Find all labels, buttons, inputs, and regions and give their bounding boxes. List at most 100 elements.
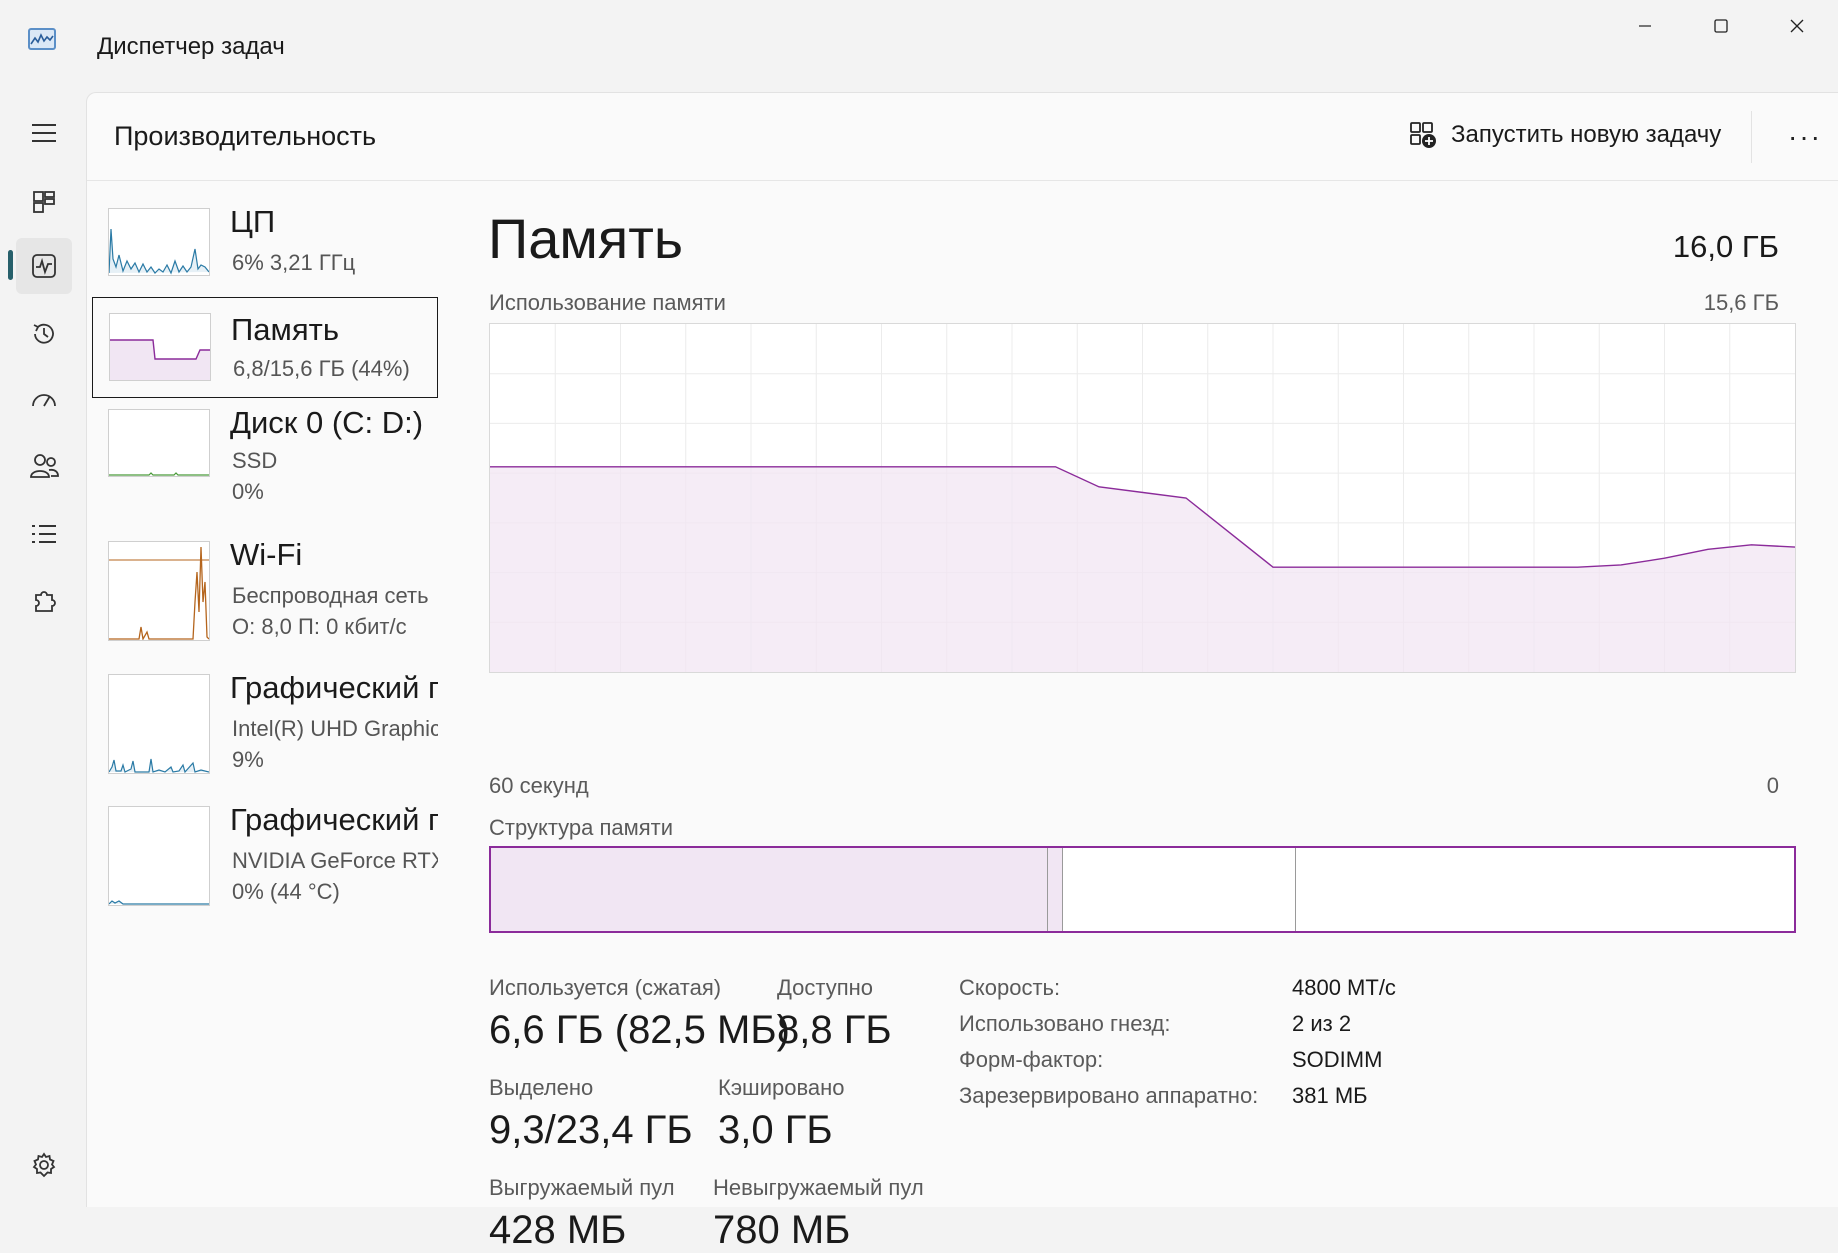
device-name: Память [231,312,339,347]
gpu1-sparkline [109,900,209,905]
prop-slots-label: Использовано гнезд: [959,1011,1171,1036]
close-icon [1790,19,1804,33]
x-axis-left-label: 60 секунд [489,773,589,798]
page-header: Производительность Запустить новую задач… [87,93,1838,181]
device-detail-secondary: О: 8,0 П: 0 кбит/с [232,614,407,639]
device-item-disk[interactable]: Диск 0 (C: D:) SSD 0% [92,399,438,504]
memory-panel: Память 16,0 ГБ Использование памяти 15,6… [487,181,1838,1252]
device-list: ЦП 6% 3,21 ГГц Память 6,8/15,6 ГБ (44%) … [87,181,457,1208]
stat-committed-label: Выделено [489,1075,594,1100]
nav-app-history[interactable] [16,306,72,362]
wifi-thumbnail-graph [108,541,210,641]
wifi-sparkline [109,546,209,640]
disk-thumbnail-graph [108,409,210,477]
prop-speed-label: Скорость: [959,975,1061,1000]
run-new-task-label: Запустить новую задачу [1451,121,1722,148]
prop-speed-value: 4800 МТ/с [1292,975,1396,1000]
speedometer-icon [32,394,56,407]
maximize-icon [1714,19,1728,33]
performance-icon [32,254,56,278]
structure-standby-segment [1063,848,1296,931]
memory-structure-bar [489,846,1796,933]
details-list-icon [32,525,56,543]
title-bar: Диспетчер задач [0,0,1838,92]
nav-performance[interactable] [16,238,72,294]
device-item-cpu[interactable]: ЦП 6% 3,21 ГГц [92,198,438,299]
device-item-memory[interactable]: Память 6,8/15,6 ГБ (44%) [92,297,438,398]
memory-thumbnail-graph [109,313,211,381]
history-icon [33,323,54,344]
x-axis-right-label: 0 [1766,773,1779,798]
memory-sparkline [110,339,210,380]
stat-paged-pool-value: 428 МБ [489,1208,627,1252]
nav-settings[interactable] [16,1137,72,1193]
gpu0-thumbnail-graph [108,674,210,774]
nav-details[interactable] [16,506,72,562]
stat-available-value: 8,8 ГБ [777,1008,892,1052]
prop-slots-value: 2 из 2 [1292,1011,1352,1036]
device-detail: SSD [232,448,278,473]
disk-sparkline [109,472,209,476]
hamburger-menu-button[interactable] [16,105,72,161]
cpu-sparkline [109,228,209,275]
stat-available-label: Доступно [777,975,874,1000]
stat-paged-pool-label: Выгружаемый пул [489,1175,675,1200]
device-item-wifi[interactable]: Wi-Fi Беспроводная сеть О: 8,0 П: 0 кбит… [92,531,438,641]
device-name: Графический процессор 1 [230,802,438,837]
stat-cached-label: Кэшировано [718,1075,845,1100]
device-detail: 6% 3,21 ГГц [232,250,356,275]
close-button[interactable] [1759,0,1835,52]
device-item-gpu0[interactable]: Графический процессор 0 Intel(R) UHD Gra… [92,664,438,774]
memory-usage-svg [490,324,1796,672]
prop-form-factor-value: SODIMM [1292,1047,1383,1072]
active-nav-indicator [8,250,13,280]
maximize-button[interactable] [1683,0,1759,52]
device-name: ЦП [230,204,276,239]
gpu0-sparkline [109,758,209,773]
device-detail: NVIDIA GeForce RTX [232,848,438,873]
structure-in-use-segment [491,848,1048,931]
device-detail: Беспроводная сеть [232,583,429,608]
processes-icon [33,191,55,213]
device-detail-secondary: 0% [232,479,264,504]
stat-committed-value: 9,3/23,4 ГБ [489,1108,693,1152]
task-manager-app-icon [28,28,56,50]
stat-nonpaged-pool-value: 780 МБ [713,1208,851,1252]
prop-reserved-label: Зарезервировано аппаратно: [959,1083,1259,1108]
nav-users[interactable] [16,438,72,494]
device-detail: 6,8/15,6 ГБ (44%) [233,356,410,381]
structure-free-segment [1296,848,1794,931]
usage-chart-label: Использование памяти [489,290,726,315]
content-card: Производительность Запустить новую задач… [86,92,1838,1252]
structure-modified-segment [1048,848,1063,931]
header-divider [1751,111,1752,163]
users-icon [30,454,59,478]
window-title: Диспетчер задач [97,33,285,60]
stat-in-use-value: 6,6 ГБ (82,5 МБ) [489,1008,790,1052]
more-options-button[interactable]: ··· [1777,111,1833,163]
device-detail-secondary: 9% [232,747,264,772]
prop-form-factor-label: Форм-фактор: [959,1047,1104,1072]
device-name: Графический процессор 0 [230,670,438,705]
cpu-thumbnail-graph [108,208,210,276]
structure-label: Структура памяти [489,815,674,840]
minimize-icon [1639,25,1651,27]
run-new-task-button[interactable]: Запустить новую задачу [1409,121,1721,149]
memory-usage-chart [489,323,1796,673]
run-task-icon [1410,122,1436,148]
page-title: Производительность [114,121,377,151]
device-name: Диск 0 (C: D:) [230,405,424,440]
device-detail: Intel(R) UHD Graphics [232,716,438,741]
device-detail-secondary: 0% (44 °C) [232,879,340,904]
nav-processes[interactable] [16,174,72,230]
nav-services[interactable] [16,573,72,629]
usage-chart-max: 15,6 ГБ [1703,290,1779,315]
minimize-button[interactable] [1607,0,1683,52]
services-puzzle-icon [35,591,56,612]
nav-startup-apps[interactable] [16,372,72,428]
stat-nonpaged-pool-label: Невыгружаемый пул [713,1175,924,1200]
device-name: Wi-Fi [230,537,303,572]
device-item-gpu1[interactable]: Графический процессор 1 NVIDIA GeForce R… [92,796,438,906]
memory-total: 16,0 ГБ [1672,229,1779,264]
memory-title: Память [488,207,684,270]
